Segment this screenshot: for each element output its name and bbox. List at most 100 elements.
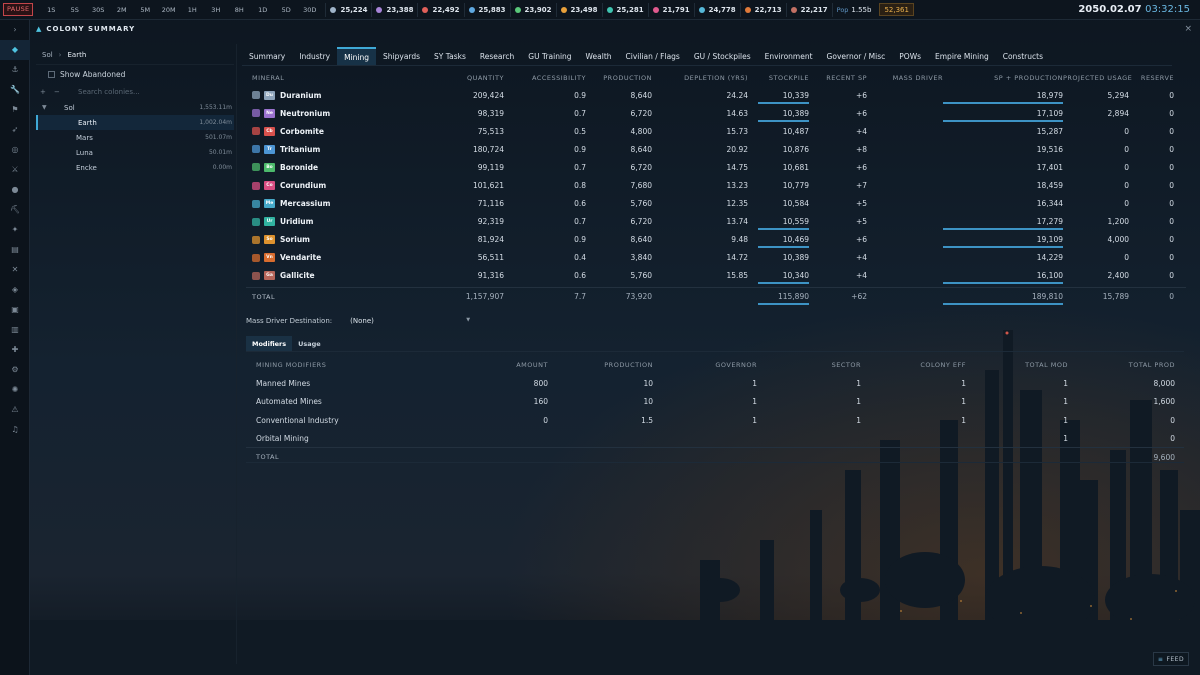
box-icon[interactable]: ▣ bbox=[0, 300, 30, 320]
tab-mining[interactable]: Mining bbox=[337, 47, 377, 65]
mass-driver-select[interactable]: (None) ▼ bbox=[350, 317, 470, 325]
tab-civilian-flags[interactable]: Civilian / Flags bbox=[619, 47, 687, 65]
speed-button-3h[interactable]: 3H bbox=[204, 6, 228, 14]
feed-button[interactable]: ≡ FEED bbox=[1153, 652, 1189, 666]
speed-button-5s[interactable]: 5S bbox=[63, 6, 87, 14]
column-header[interactable]: QUANTITY bbox=[366, 74, 504, 82]
mineral-row-vendarite[interactable]: Vn Vendarite 56,511 0.4 3,840 14.72 10,389 +4 14… bbox=[246, 249, 1186, 267]
mineral-row-corbomite[interactable]: Cb Corbomite 75,513 0.5 4,800 15.73 10,487 +4 15… bbox=[246, 122, 1186, 140]
colony-row-earth[interactable]: Earth 1,002.04m bbox=[36, 115, 234, 130]
tab-wealth[interactable]: Wealth bbox=[579, 47, 619, 65]
mineral-recent-sp: +4 bbox=[855, 271, 867, 281]
subtab-modifiers[interactable]: Modifiers bbox=[246, 336, 293, 351]
speed-button-8h[interactable]: 8H bbox=[227, 6, 251, 14]
tab-constructs[interactable]: Constructs bbox=[996, 47, 1050, 65]
tab-sy-tasks[interactable]: SY Tasks bbox=[427, 47, 473, 65]
modifier-row: Manned Mines 800 10 1 1 1 1 8,000 bbox=[246, 374, 1184, 392]
tritanium-icon bbox=[252, 145, 260, 154]
speed-button-5d[interactable]: 5D bbox=[274, 6, 298, 14]
expand-all-icon[interactable]: + bbox=[40, 88, 50, 96]
column-header[interactable]: MASS DRIVER bbox=[867, 74, 943, 82]
column-header[interactable]: RESERVE bbox=[1129, 74, 1174, 82]
tab-empire-mining[interactable]: Empire Mining bbox=[928, 47, 996, 65]
telescope-icon[interactable]: ✦ bbox=[0, 220, 30, 240]
subtab-usage[interactable]: Usage bbox=[292, 336, 327, 351]
colony-row-mars[interactable]: Mars 501.07m bbox=[36, 130, 234, 145]
close-icon[interactable]: × bbox=[1184, 24, 1192, 34]
chevron-down-icon[interactable]: ▼ bbox=[42, 104, 47, 111]
tab-research[interactable]: Research bbox=[473, 47, 521, 65]
speed-button-5m[interactable]: 5M bbox=[133, 6, 157, 14]
system-row-sol[interactable]: ▼ Sol 1,553.11m bbox=[36, 100, 234, 115]
tab-pows[interactable]: POWs bbox=[892, 47, 928, 65]
tab-environment[interactable]: Environment bbox=[758, 47, 820, 65]
mineral-depletion: 12.35 bbox=[726, 199, 748, 209]
mineral-row-boronide[interactable]: Bo Boronide 99,119 0.7 6,720 14.75 10,681 +6 17,… bbox=[246, 158, 1186, 176]
colony-row-encke[interactable]: Encke 0.00m bbox=[36, 160, 234, 175]
tab-industry[interactable]: Industry bbox=[292, 47, 337, 65]
mineral-accessibility: 0.4 bbox=[574, 253, 586, 263]
mineral-row-uridium[interactable]: Ur Uridium 92,319 0.7 6,720 13.74 10,559 +5 17,2… bbox=[246, 213, 1186, 231]
column-header[interactable]: ACCESSIBILITY bbox=[504, 74, 586, 82]
tag-icon[interactable]: ◈ bbox=[0, 280, 30, 300]
tab-governor-misc[interactable]: Governor / Misc bbox=[820, 47, 893, 65]
document-icon[interactable]: ▥ bbox=[0, 320, 30, 340]
tab-gu-training[interactable]: GU Training bbox=[521, 47, 578, 65]
column-header[interactable]: SP + PRODUCTION bbox=[943, 74, 1063, 82]
speed-button-1d[interactable]: 1D bbox=[251, 6, 275, 14]
rocket-icon[interactable]: ➶ bbox=[0, 120, 30, 140]
column-header[interactable]: RECENT SP bbox=[809, 74, 867, 82]
speed-button-2m[interactable]: 2M bbox=[110, 6, 134, 14]
warning-icon[interactable]: ⚠ bbox=[0, 400, 30, 420]
mass-driver-label: Mass Driver Destination: bbox=[246, 317, 333, 325]
mineral-quantity: 92,319 bbox=[477, 217, 504, 227]
person-icon[interactable]: ● bbox=[0, 180, 30, 200]
mineral-row-gallicite[interactable]: Ga Gallicite 91,316 0.6 5,760 15.85 10,340 +4 16… bbox=[246, 267, 1186, 285]
column-header: TOTAL MOD bbox=[1025, 361, 1068, 370]
rail-expand-icon[interactable]: › bbox=[0, 20, 30, 40]
speed-button-1h[interactable]: 1H bbox=[180, 6, 204, 14]
speed-button-20m[interactable]: 20M bbox=[157, 6, 181, 14]
colony-icon[interactable]: ◆ bbox=[0, 40, 30, 60]
mineral-accessibility: 0.6 bbox=[574, 199, 586, 209]
show-abandoned-toggle[interactable]: Show Abandoned bbox=[36, 64, 234, 84]
tab-summary[interactable]: Summary bbox=[242, 47, 292, 65]
speed-button-1s[interactable]: 1S bbox=[39, 6, 63, 14]
cross-icon[interactable]: ✕ bbox=[0, 260, 30, 280]
target-icon[interactable]: ◎ bbox=[0, 140, 30, 160]
mineral-reserve: 0 bbox=[1169, 126, 1174, 136]
colony-search-input[interactable]: Search colonies... bbox=[78, 88, 140, 96]
pickaxe-icon[interactable]: ⛏ bbox=[0, 200, 30, 220]
tab-gu-stockpiles[interactable]: GU / Stockpiles bbox=[687, 47, 758, 65]
mineral-row-duranium[interactable]: Du Duranium 209,424 0.9 8,640 24.24 10,339 +6 18… bbox=[246, 86, 1186, 104]
mineral-row-tritanium[interactable]: Tr Tritanium 180,724 0.9 8,640 20.92 10,876 +8 1… bbox=[246, 140, 1186, 158]
speed-button-30s[interactable]: 30S bbox=[86, 6, 110, 14]
sp-production-underline bbox=[943, 282, 1063, 285]
colony-row-luna[interactable]: Luna 50.01m bbox=[36, 145, 234, 160]
column-header[interactable]: DEPLETION (YRS) bbox=[652, 74, 748, 82]
swords-icon[interactable]: ⚔ bbox=[0, 160, 30, 180]
collapse-all-icon[interactable]: − bbox=[54, 88, 64, 96]
column-header[interactable]: MINERAL bbox=[246, 74, 366, 82]
show-abandoned-checkbox[interactable] bbox=[48, 71, 55, 78]
hammer-icon[interactable]: ✚ bbox=[0, 340, 30, 360]
music-icon[interactable]: ♫ bbox=[0, 420, 30, 440]
clipboard-icon[interactable]: ▤ bbox=[0, 240, 30, 260]
column-header[interactable]: PROJECTED USAGE bbox=[1063, 74, 1132, 82]
gear-icon[interactable]: ⚙ bbox=[0, 360, 30, 380]
flag-icon[interactable]: ⚑ bbox=[0, 100, 30, 120]
mineral-row-sorium[interactable]: So Sorium 81,924 0.9 8,640 9.48 10,469 +6 19,109… bbox=[246, 231, 1186, 249]
mineral-row-corundium[interactable]: Co Corundium 101,621 0.8 7,680 13.23 10,779 +7 1… bbox=[246, 176, 1186, 194]
wrench-icon[interactable]: 🔧 bbox=[0, 80, 30, 100]
mineral-row-neutronium[interactable]: Ne Neutronium 98,319 0.7 6,720 14.63 10,389 +6 1… bbox=[246, 104, 1186, 122]
anchor-icon[interactable]: ⚓ bbox=[0, 60, 30, 80]
speed-button-30d[interactable]: 30D bbox=[298, 6, 322, 14]
breadcrumb-system[interactable]: Sol bbox=[42, 51, 53, 59]
total-accessibility: 7.7 bbox=[574, 292, 586, 302]
mineral-row-mercassium[interactable]: Me Mercassium 71,116 0.6 5,760 12.35 10,584 +5 1… bbox=[246, 195, 1186, 213]
galaxy-icon[interactable]: ✺ bbox=[0, 380, 30, 400]
column-header[interactable]: STOCKPILE bbox=[748, 74, 809, 82]
column-header[interactable]: PRODUCTION bbox=[586, 74, 652, 82]
tab-shipyards[interactable]: Shipyards bbox=[376, 47, 427, 65]
pause-button[interactable]: PAUSE bbox=[3, 3, 34, 16]
